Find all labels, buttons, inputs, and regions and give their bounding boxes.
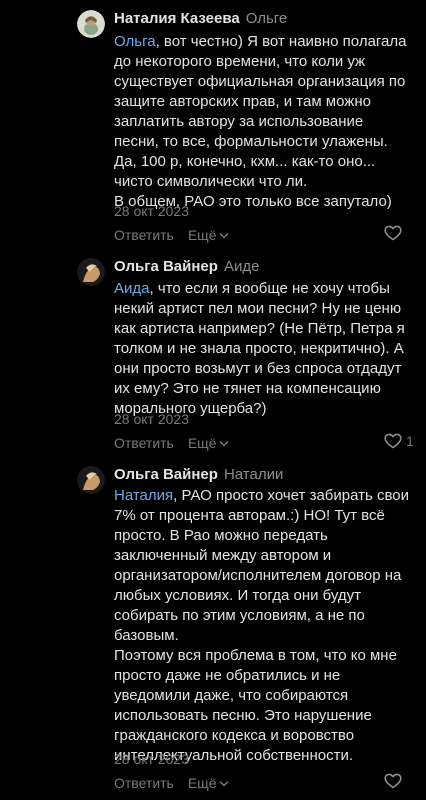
more-button[interactable]: Ещё [188,435,229,451]
comment-text: Наталия, РАО просто хочет забирать свои … [114,487,409,764]
comment-header: Ольга Вайнер Наталии [114,466,283,484]
more-button[interactable]: Ещё [188,227,229,243]
reply-button[interactable]: Ответить [114,227,174,243]
mention-link[interactable]: Аида [114,280,149,297]
comment-actions: Ответить Ещё [114,226,229,244]
comment-header: Наталия Казеева Ольге [114,10,287,28]
comment-actions: Ответить Ещё [114,434,229,452]
comment-date: 28 окт 2023 [114,751,189,767]
like-button[interactable]: 1 [384,433,414,449]
chevron-down-icon [219,226,229,244]
reply-to-name[interactable]: Аиде [224,258,259,275]
comment-date: 28 окт 2023 [114,203,189,219]
reply-to-name[interactable]: Ольге [246,10,288,27]
like-button[interactable] [384,773,406,789]
comment-date: 28 окт 2023 [114,411,189,427]
comment-actions: Ответить Ещё [114,774,229,792]
author-name[interactable]: Ольга Вайнер [114,258,218,275]
more-button[interactable]: Ещё [188,775,229,791]
reply-to-name[interactable]: Наталии [224,466,283,483]
heart-icon [384,773,402,789]
like-count: 1 [406,433,414,449]
avatar[interactable] [77,10,105,38]
heart-icon [384,225,402,241]
comment-text: Ольга, вот честно) Я вот наивно полагала… [114,33,407,210]
comment-header: Ольга Вайнер Аиде [114,258,259,276]
reply-button[interactable]: Ответить [114,435,174,451]
chevron-down-icon [219,774,229,792]
mention-link[interactable]: Ольга [114,33,156,50]
reply-button[interactable]: Ответить [114,775,174,791]
author-name[interactable]: Ольга Вайнер [114,466,218,483]
author-name[interactable]: Наталия Казеева [114,10,240,27]
heart-icon [384,433,402,449]
like-button[interactable] [384,225,406,241]
avatar[interactable] [77,466,105,494]
chevron-down-icon [219,434,229,452]
avatar[interactable] [77,258,105,286]
comment-text: Аида, что если я вообще не хочу чтобы не… [114,280,405,417]
mention-link[interactable]: Наталия [114,487,173,504]
